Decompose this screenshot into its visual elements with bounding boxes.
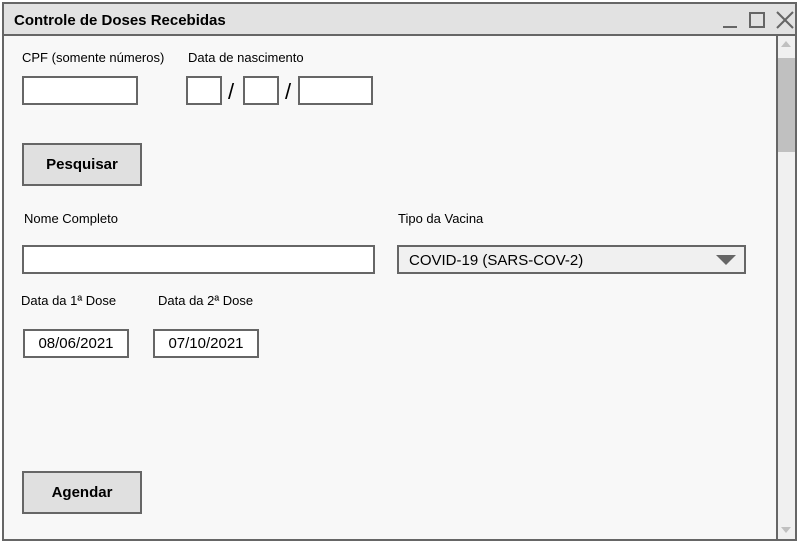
scroll-up-icon[interactable] [781, 41, 791, 47]
second-dose-label: Data da 2ª Dose [158, 293, 254, 308]
birth-day-input[interactable] [186, 76, 222, 105]
search-button[interactable]: Pesquisar [22, 143, 142, 186]
birth-month-input[interactable] [243, 76, 279, 105]
cpf-input[interactable] [22, 76, 138, 105]
date-separator: / [285, 79, 292, 104]
schedule-button[interactable]: Agendar [22, 471, 142, 514]
second-dose-input[interactable] [153, 329, 259, 358]
vaccine-type-select[interactable]: COVID-19 (SARS-COV-2) [397, 245, 746, 274]
scrollbar-thumb[interactable] [778, 58, 795, 152]
vaccine-type-value: COVID-19 (SARS-COV-2) [409, 252, 584, 269]
title-bar: Controle de Doses Recebidas [4, 4, 795, 36]
full-name-label: Nome Completo [24, 211, 118, 226]
chevron-down-icon [716, 255, 736, 265]
vertical-scrollbar[interactable] [776, 36, 795, 539]
date-separator: / [228, 79, 235, 104]
first-dose-input[interactable] [23, 329, 129, 358]
birth-year-input[interactable] [298, 76, 373, 105]
vaccine-type-label: Tipo da Vacina [398, 211, 484, 226]
first-dose-label: Data da 1ª Dose [21, 293, 117, 308]
full-name-input[interactable] [22, 245, 375, 274]
minimize-icon[interactable] [720, 10, 740, 30]
birth-date-label: Data de nascimento [188, 50, 304, 65]
close-icon[interactable] [775, 10, 795, 30]
window-title: Controle de Doses Recebidas [14, 12, 226, 29]
app-window: Controle de Doses Recebidas CPF (somente… [2, 2, 797, 541]
cpf-label: CPF (somente números) [22, 50, 165, 65]
maximize-icon[interactable] [747, 10, 767, 30]
scroll-down-icon[interactable] [781, 527, 791, 533]
